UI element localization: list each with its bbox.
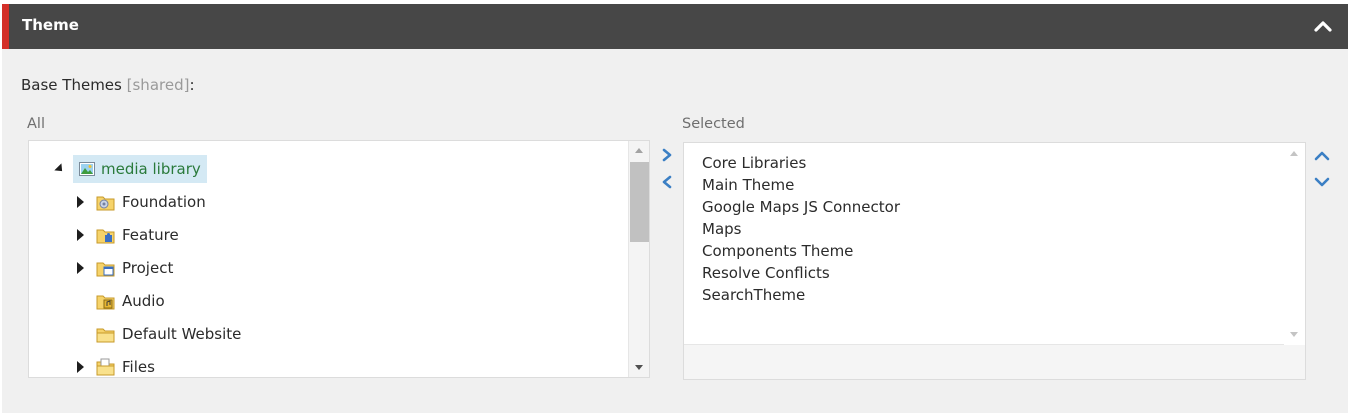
folder-puzzle-icon xyxy=(96,226,116,244)
field-label-text: Base Themes xyxy=(21,76,122,94)
tree-row: Default Website xyxy=(90,320,247,348)
tree-node-label: Foundation xyxy=(122,193,206,211)
expand-toggle[interactable] xyxy=(77,262,84,274)
expand-toggle[interactable] xyxy=(77,196,84,208)
list-item[interactable]: SearchTheme xyxy=(702,286,805,304)
selected-column-label: Selected xyxy=(682,116,745,132)
move-left-button[interactable] xyxy=(660,175,674,189)
tree-node-label: Feature xyxy=(122,226,179,244)
section-header[interactable]: Theme xyxy=(2,4,1348,49)
chevron-up-icon[interactable] xyxy=(1312,16,1334,38)
tree-node-default-website[interactable]: Default Website xyxy=(90,320,247,348)
section-title: Theme xyxy=(22,16,79,34)
list-item[interactable]: Components Theme xyxy=(702,242,853,260)
scroll-down-icon[interactable] xyxy=(1290,332,1298,337)
all-column-label: All xyxy=(27,116,45,132)
move-down-button[interactable] xyxy=(1314,175,1330,189)
tree-row: Foundation xyxy=(77,188,212,216)
tree-row: Project xyxy=(77,254,179,282)
tree-scrollbar[interactable] xyxy=(628,141,649,377)
tree-row: Feature xyxy=(77,221,185,249)
list-item[interactable]: Core Libraries xyxy=(702,154,806,172)
tree-node-foundation[interactable]: Foundation xyxy=(90,188,212,216)
shared-tag: [shared] xyxy=(126,76,190,94)
field-label-colon: : xyxy=(189,76,195,94)
scroll-thumb[interactable] xyxy=(630,162,649,242)
selected-list-area: Core Libraries Main Theme Google Maps JS… xyxy=(684,143,1284,345)
expand-toggle[interactable] xyxy=(54,163,66,175)
tree-node-media-library[interactable]: media library xyxy=(73,155,207,183)
list-item[interactable]: Maps xyxy=(702,220,741,238)
tree-node-files[interactable]: Files xyxy=(90,353,161,377)
scroll-down-icon[interactable] xyxy=(635,365,643,370)
expand-toggle[interactable] xyxy=(77,229,84,241)
folder-files-icon xyxy=(96,358,116,376)
expand-toggle[interactable] xyxy=(77,361,84,373)
field-label: Base Themes [shared]: xyxy=(21,76,195,94)
move-right-button[interactable] xyxy=(660,148,674,162)
list-item[interactable]: Google Maps JS Connector xyxy=(702,198,900,216)
tree-node-label: Project xyxy=(122,259,174,277)
selected-list-footer xyxy=(684,345,1305,379)
move-up-button[interactable] xyxy=(1314,149,1330,163)
folder-window-icon xyxy=(96,259,116,277)
scroll-up-icon[interactable] xyxy=(1290,151,1298,156)
tree-root-row: media library xyxy=(54,155,207,183)
image-icon xyxy=(79,162,95,176)
tree-node-label: media library xyxy=(101,160,201,178)
tree-row: Audio xyxy=(90,287,171,315)
folder-gear-icon xyxy=(96,193,116,211)
tree-node-project[interactable]: Project xyxy=(90,254,179,282)
list-item[interactable]: Main Theme xyxy=(702,176,794,194)
tree-row: Files xyxy=(77,353,161,377)
selected-items-list[interactable]: Core Libraries Main Theme Google Maps JS… xyxy=(683,142,1306,380)
tree-node-feature[interactable]: Feature xyxy=(90,221,185,249)
tree-node-label: Audio xyxy=(122,292,165,310)
theme-section: Theme Base Themes [shared]: All Selected… xyxy=(2,4,1348,413)
folder-icon xyxy=(96,325,116,343)
scroll-up-icon[interactable] xyxy=(635,148,643,153)
tree-node-audio[interactable]: Audio xyxy=(90,287,171,315)
tree-node-label: Files xyxy=(122,358,155,376)
selected-scrollbar[interactable] xyxy=(1284,143,1305,345)
all-items-tree[interactable]: media library Foundation Feature Project… xyxy=(28,140,650,378)
list-item[interactable]: Resolve Conflicts xyxy=(702,264,830,282)
tree-node-label: Default Website xyxy=(122,325,242,343)
folder-audio-icon xyxy=(96,292,116,310)
